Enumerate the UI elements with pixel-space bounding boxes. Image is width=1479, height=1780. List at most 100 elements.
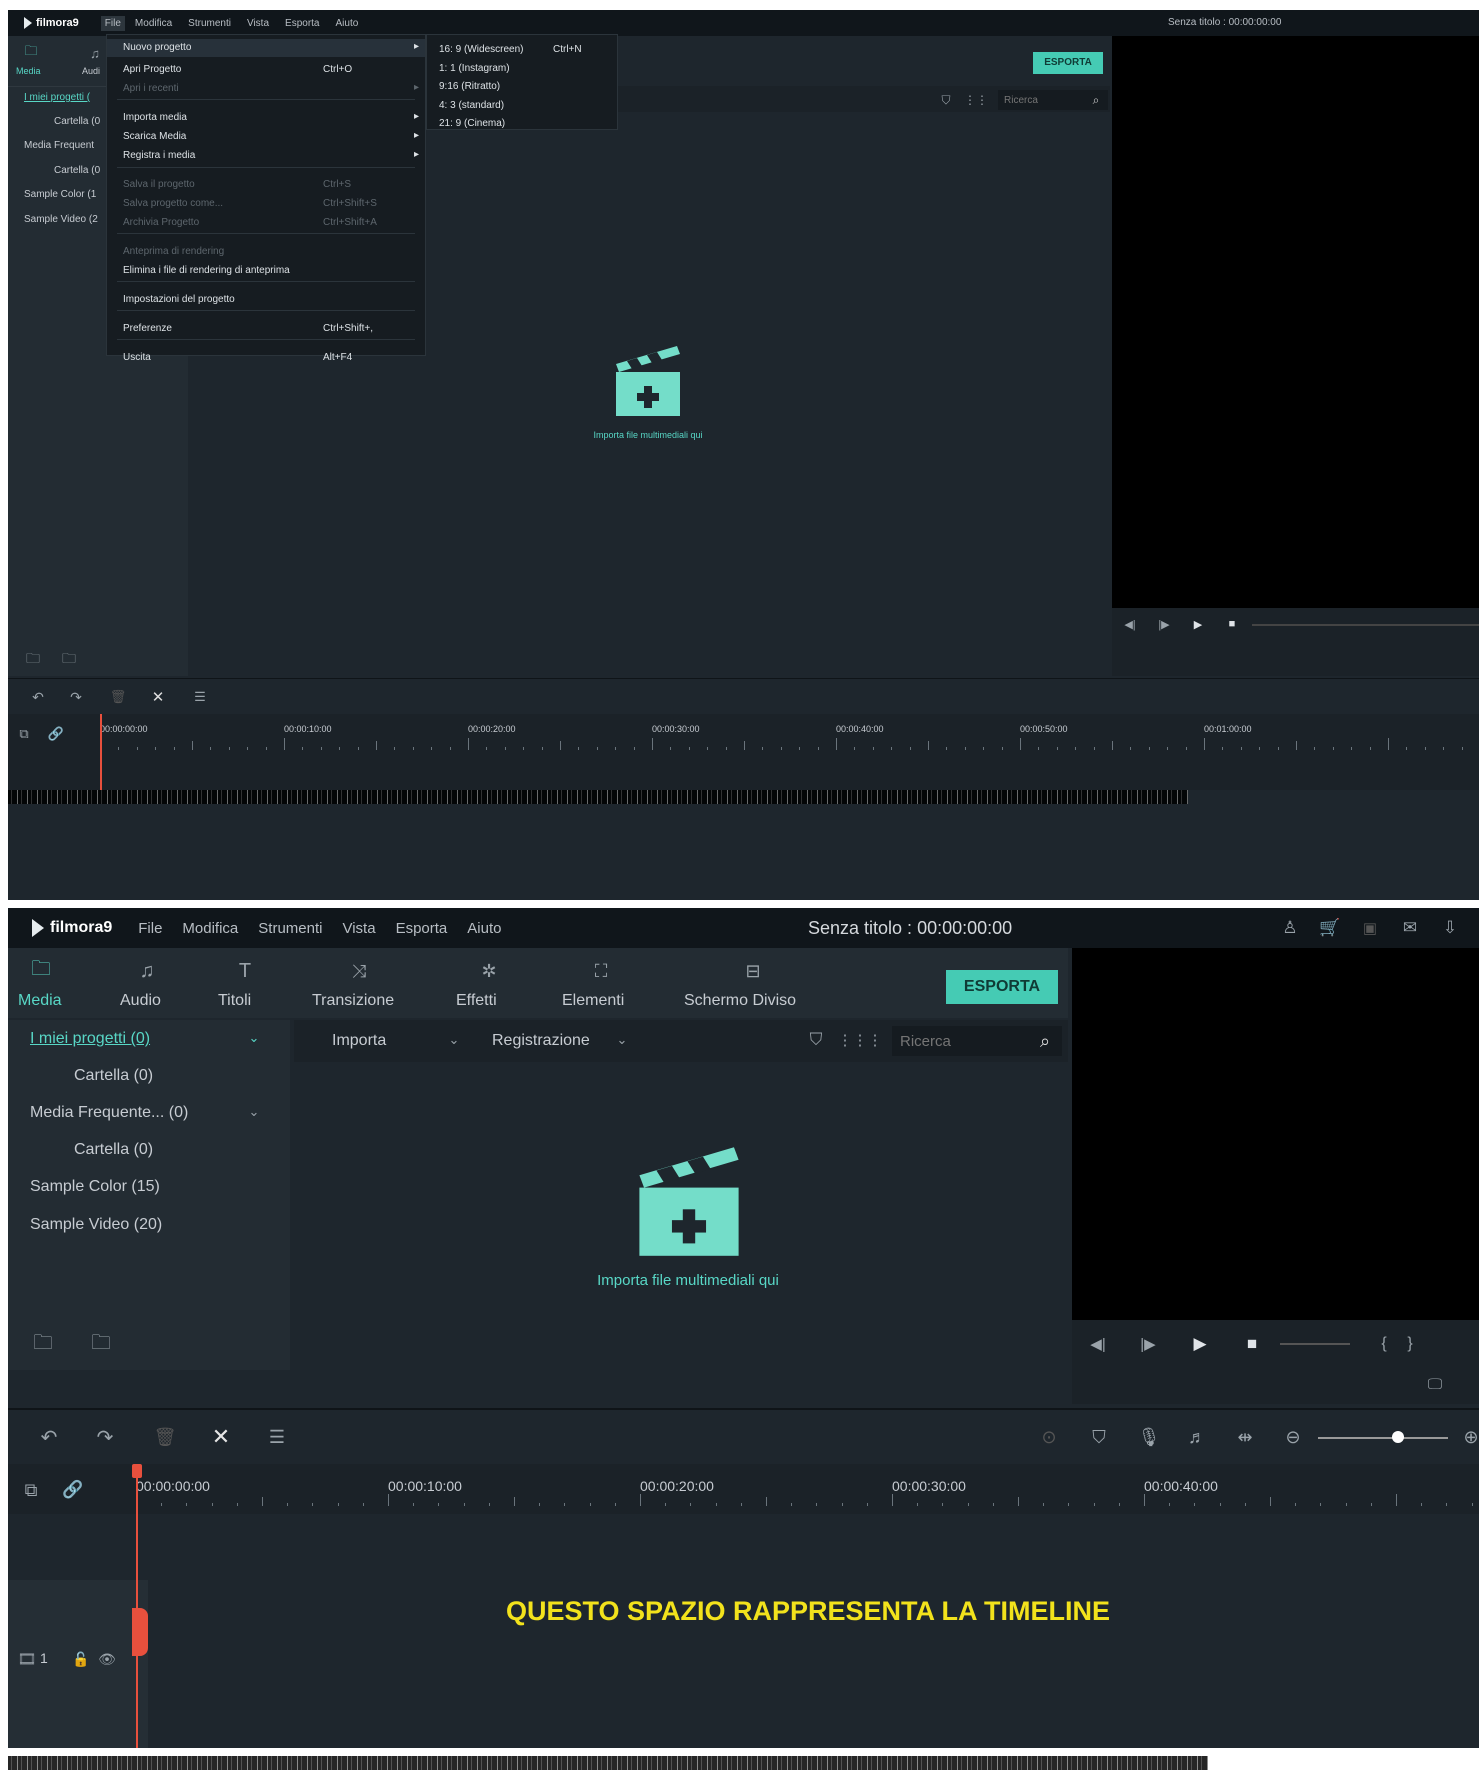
tab-schermo-diviso[interactable]: Schermo Diviso xyxy=(684,992,796,1010)
export-button[interactable]: ESPORTA xyxy=(1033,52,1103,74)
media-tab-icon[interactable]: 🗀 xyxy=(26,958,56,984)
search-icon[interactable]: ⌕ xyxy=(1086,90,1106,110)
import-dropdown[interactable]: Importa xyxy=(332,1032,386,1050)
download-icon[interactable]: ⇩ xyxy=(1438,916,1462,940)
menu-strumenti[interactable]: Strumenti xyxy=(188,18,231,29)
effects-tab-icon[interactable]: ✲ xyxy=(474,958,504,984)
submenu-item[interactable]: 21: 9 (Cinema) xyxy=(427,115,617,133)
export-button[interactable]: ESPORTA xyxy=(946,970,1058,1004)
tab-audio-small[interactable]: Audi xyxy=(82,66,100,76)
sidebar-item-sample-video[interactable]: Sample Video (20) xyxy=(30,1216,162,1234)
undo-icon[interactable]: ↶ xyxy=(28,687,48,707)
file-menu-item[interactable]: Registra i media ▸ xyxy=(107,147,425,165)
file-menu-item[interactable]: Preferenze Ctrl+Shift+, xyxy=(107,320,425,338)
zoom-in-icon[interactable]: ⊕ xyxy=(1458,1424,1479,1450)
tab-effetti[interactable]: Effetti xyxy=(456,992,497,1010)
add-track-icon[interactable]: ⧉ xyxy=(18,1478,44,1502)
menu-file[interactable]: File xyxy=(100,15,125,31)
file-menu-item[interactable]: Salva progetto come... Ctrl+Shift+S xyxy=(107,195,425,213)
cut-icon[interactable]: ✕ xyxy=(208,1424,234,1450)
submenu-item[interactable]: 16: 9 (Widescreen) Ctrl+N xyxy=(427,41,617,59)
play-icon[interactable]: ▶ xyxy=(1188,1332,1212,1356)
play-icon[interactable]: ▶ xyxy=(1188,614,1208,634)
menu-modifica[interactable]: Modifica xyxy=(182,920,238,937)
step-icon[interactable]: |▶ xyxy=(1154,614,1174,634)
menu-aiuto[interactable]: Aiuto xyxy=(336,18,359,29)
split-screen-tab-icon[interactable]: ⊟ xyxy=(738,958,768,984)
track-collapse-handle[interactable] xyxy=(132,1608,148,1656)
mark-in-icon[interactable]: { xyxy=(1372,1332,1396,1356)
tab-audio[interactable]: Audio xyxy=(120,992,161,1010)
sidebar-item-folder-2[interactable]: Cartella (0) xyxy=(74,1141,153,1159)
sidebar-item-folder-2[interactable]: Cartella (0 xyxy=(54,165,100,176)
mic-icon[interactable]: 🎙 xyxy=(1136,1424,1162,1450)
file-menu-item[interactable]: Archivia Progetto Ctrl+Shift+A xyxy=(107,214,425,232)
redo-icon[interactable]: ↷ xyxy=(66,687,86,707)
sidebar-item-projects[interactable]: I miei progetti (0) xyxy=(30,1030,150,1048)
file-menu-item[interactable]: Nuovo progetto ▸ xyxy=(107,39,425,57)
cart-icon[interactable]: 🛒 xyxy=(1318,916,1342,940)
cut-icon[interactable]: ✕ xyxy=(148,687,168,707)
mail-icon[interactable]: ✉ xyxy=(1398,916,1422,940)
screen-icon[interactable]: 🖵 xyxy=(1422,1372,1448,1396)
media-tab-icon[interactable]: 🗀 xyxy=(16,42,46,64)
link-icon[interactable]: 🔗 xyxy=(60,1478,86,1502)
audio-tab-icon[interactable]: ♫ xyxy=(132,958,162,984)
stop-icon[interactable]: ■ xyxy=(1222,614,1242,634)
menu-esporta[interactable]: Esporta xyxy=(396,920,448,937)
sidebar-item-frequent[interactable]: Media Frequente... (0) xyxy=(30,1104,188,1122)
file-menu-item[interactable]: Apri Progetto Ctrl+O xyxy=(107,61,425,79)
menu-aiuto[interactable]: Aiuto xyxy=(467,920,501,937)
link-icon[interactable]: 🔗 xyxy=(46,724,66,744)
trash-icon[interactable]: 🗑 xyxy=(152,1424,178,1450)
chevron-down-icon[interactable]: ⌄ xyxy=(444,1030,464,1050)
tab-media[interactable]: Media xyxy=(18,992,62,1010)
audio-mixer-icon[interactable]: ♬ xyxy=(1184,1424,1210,1450)
menu-file[interactable]: File xyxy=(138,920,162,937)
adjust-icon[interactable]: ☰ xyxy=(264,1424,290,1450)
sidebar-item-projects[interactable]: I miei progetti ( xyxy=(24,92,90,103)
render-icon[interactable]: ⊙ xyxy=(1036,1424,1062,1450)
search-icon[interactable]: ⌕ xyxy=(1032,1028,1058,1054)
tab-elementi[interactable]: Elementi xyxy=(562,992,624,1010)
file-menu-item[interactable]: Anteprima di rendering xyxy=(107,243,425,261)
new-folder-icon[interactable]: 🗀 xyxy=(28,1332,58,1358)
playhead[interactable] xyxy=(136,1464,138,1748)
file-menu-item[interactable]: Impostazioni del progetto xyxy=(107,291,425,309)
lock-icon[interactable]: 🔓 xyxy=(70,1648,92,1670)
file-menu-item[interactable]: Apri i recenti ▸ xyxy=(107,80,425,98)
tab-titoli[interactable]: Titoli xyxy=(218,992,251,1010)
menu-vista[interactable]: Vista xyxy=(342,920,375,937)
chevron-down-icon[interactable]: ⌄ xyxy=(244,1028,264,1048)
menu-strumenti[interactable]: Strumenti xyxy=(258,920,322,937)
delete-folder-icon[interactable]: 🗀 xyxy=(58,650,80,670)
zoom-out-icon[interactable]: ⊖ xyxy=(1280,1424,1306,1450)
prev-frame-icon[interactable]: ◀| xyxy=(1120,614,1140,634)
trash-icon[interactable]: 🗑 xyxy=(108,687,128,707)
submenu-item[interactable]: 4: 3 (standard) xyxy=(427,97,617,115)
zoom-slider-handle[interactable] xyxy=(1392,1431,1404,1443)
menu-esporta[interactable]: Esporta xyxy=(285,18,319,29)
grid-view-icon[interactable]: ⋮⋮ xyxy=(964,90,988,110)
grid-view-icon[interactable]: ⋮⋮⋮ xyxy=(838,1028,883,1052)
menu-vista[interactable]: Vista xyxy=(247,18,269,29)
file-menu-item[interactable]: Importa media ▸ xyxy=(107,109,425,127)
marker-icon[interactable]: ⛉ xyxy=(1086,1424,1112,1450)
seek-slider[interactable] xyxy=(1280,1343,1350,1345)
sidebar-item-sample-color[interactable]: Sample Color (15) xyxy=(30,1178,160,1196)
filter-icon[interactable]: ⛉ xyxy=(936,90,956,110)
elements-tab-icon[interactable]: ⛶ xyxy=(586,958,616,984)
file-menu-item[interactable]: Salva il progetto Ctrl+S xyxy=(107,176,425,194)
file-menu-item[interactable]: Elimina i file di rendering di anteprima xyxy=(107,262,425,280)
chevron-down-icon[interactable]: ⌄ xyxy=(244,1102,264,1122)
playhead-handle[interactable] xyxy=(132,1464,142,1478)
tab-transizione[interactable]: Transizione xyxy=(312,992,394,1010)
record-dropdown[interactable]: Registrazione xyxy=(492,1032,590,1050)
add-track-icon[interactable]: ⧉ xyxy=(14,724,34,744)
redo-icon[interactable]: ↷ xyxy=(92,1424,118,1450)
zoom-slider[interactable] xyxy=(1318,1437,1448,1439)
save-icon[interactable]: ▣ xyxy=(1358,916,1382,940)
prev-frame-icon[interactable]: ◀| xyxy=(1086,1332,1110,1356)
step-icon[interactable]: |▶ xyxy=(1136,1332,1160,1356)
submenu-item[interactable]: 1: 1 (Instagram) xyxy=(427,60,617,78)
